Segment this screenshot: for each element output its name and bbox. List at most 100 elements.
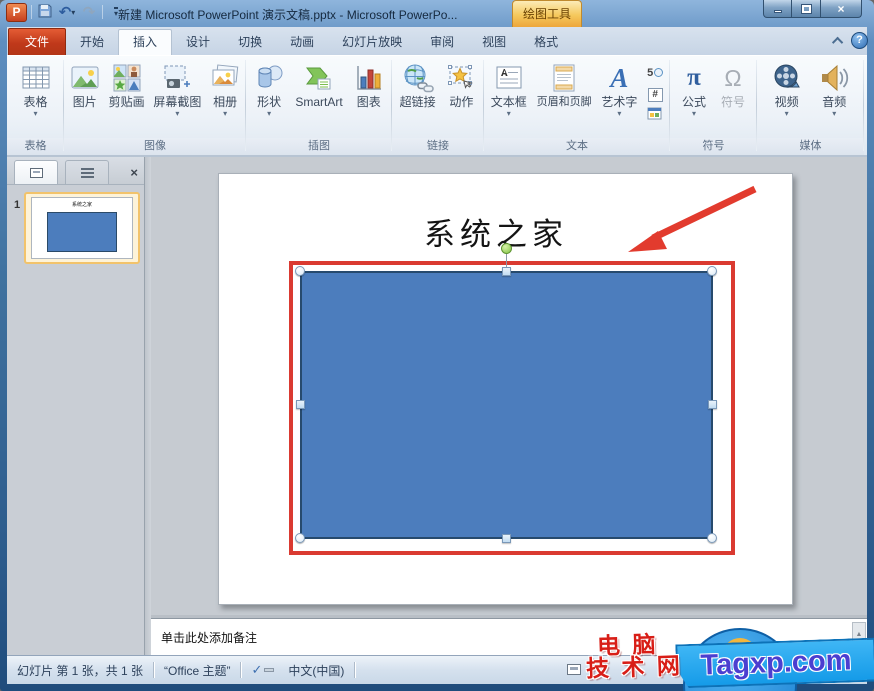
group-label-text: 文本 xyxy=(484,138,670,155)
powerpoint-window: P ↶ ▾ ↷ ▾ 新建 Microsoft PowerPoint 演示文稿.p… xyxy=(0,0,874,691)
picture-button[interactable]: 图片 xyxy=(67,59,103,111)
help-button[interactable]: ? xyxy=(851,32,868,49)
shapes-button[interactable]: 形状 ▾ xyxy=(251,59,287,120)
smartart-button[interactable]: SmartArt xyxy=(292,59,345,111)
drawing-tools-contextual-header: 绘图工具 xyxy=(512,0,582,27)
scroll-up-icon: ▲ xyxy=(855,631,863,638)
photo-album-button[interactable]: 相册 ▾ xyxy=(207,59,243,120)
outline-tab[interactable] xyxy=(65,160,109,184)
spellcheck-icon[interactable]: ✓ xyxy=(251,662,262,678)
tab-home[interactable]: 开始 xyxy=(66,30,118,55)
tab-design[interactable]: 设计 xyxy=(172,30,224,55)
red-annotation-arrow xyxy=(628,185,757,252)
slide-number-icon: # xyxy=(647,87,663,102)
hyperlink-button[interactable]: 超链接 xyxy=(397,59,439,111)
status-language-button[interactable]: 中文(中国) xyxy=(278,662,354,679)
status-separator xyxy=(354,662,356,678)
close-panel-icon[interactable]: × xyxy=(130,166,138,179)
redo-icon: ↷ xyxy=(82,4,96,21)
save-icon xyxy=(37,2,53,23)
tab-transitions[interactable]: 切换 xyxy=(224,30,276,55)
maximize-icon xyxy=(800,3,812,14)
tab-review[interactable]: 审阅 xyxy=(416,30,468,55)
close-button[interactable]: × xyxy=(820,0,862,18)
smartart-icon xyxy=(304,61,334,95)
slide-number-button[interactable]: # xyxy=(644,85,666,104)
status-slide-info: 幻灯片 第 1 张，共 1 张 xyxy=(17,663,144,678)
maximize-button[interactable] xyxy=(792,0,820,18)
shapes-icon xyxy=(254,61,284,95)
undo-dropdown-icon: ▾ xyxy=(71,7,76,17)
status-bar: 幻灯片 第 1 张，共 1 张 “Office 主题” ✓ 中文(中国) xyxy=(7,655,867,684)
outline-tab-icon xyxy=(80,167,94,178)
tab-animations[interactable]: 动画 xyxy=(276,30,328,55)
video-icon xyxy=(772,61,802,95)
clipart-button[interactable]: 剪贴画 xyxy=(106,59,148,111)
ribbon-group-symbols: π 公式 ▾ Ω 符号 符号 xyxy=(670,56,757,155)
qat-separator xyxy=(31,5,32,19)
ribbon-group-tables: 表格 ▾ 表格 xyxy=(7,56,64,155)
group-label-images: 图像 xyxy=(64,138,246,155)
textbox-button[interactable]: 文本框 ▾ xyxy=(488,59,530,120)
chart-button[interactable]: 图表 xyxy=(351,59,387,111)
undo-button[interactable]: ↶ ▾ xyxy=(58,3,76,21)
audio-button[interactable]: 音频 ▾ xyxy=(816,59,852,120)
save-button[interactable] xyxy=(36,3,54,21)
tab-format[interactable]: 格式 xyxy=(520,30,572,55)
ribbon-group-text: 文本框 ▾ 页眉和页脚 A 艺术字 ▾ 5 # 文本 xyxy=(484,56,670,155)
screenshot-button[interactable]: 屏幕截图 ▾ xyxy=(150,59,204,120)
symbol-button[interactable]: Ω 符号 xyxy=(718,59,748,111)
ribbon-group-media: 视频 ▾ 音频 ▾ 媒体 xyxy=(757,56,864,155)
slides-tab-icon xyxy=(29,167,43,178)
powerpoint-logo-icon: P xyxy=(6,2,27,22)
slides-tab[interactable] xyxy=(14,160,58,184)
notes-pane[interactable]: 单击此处添加备注 ▲ xyxy=(151,615,867,656)
thumbnail-shape xyxy=(47,212,117,252)
quick-access-toolbar: P ↶ ▾ ↷ ▾ xyxy=(6,2,125,22)
undo-icon: ↶ xyxy=(58,4,72,21)
tab-insert[interactable]: 插入 xyxy=(118,29,173,55)
screenshot-icon xyxy=(162,61,192,95)
ribbon-tab-row: 文件 开始 插入 设计 切换 动画 幻灯片放映 审阅 视图 格式 xyxy=(7,27,867,55)
textbox-icon xyxy=(494,61,524,95)
redo-button[interactable]: ↷ xyxy=(80,3,98,21)
normal-view-button[interactable] xyxy=(567,664,581,675)
app-menu-button[interactable]: P xyxy=(6,2,27,22)
minimize-button[interactable] xyxy=(763,0,792,18)
tab-slideshow[interactable]: 幻灯片放映 xyxy=(328,30,416,55)
slide-thumbnail-page: 系统之家 xyxy=(31,197,133,259)
tab-view[interactable]: 视图 xyxy=(468,30,520,55)
header-footer-button[interactable]: 页眉和页脚 xyxy=(534,59,595,111)
notes-scrollbar[interactable]: ▲ xyxy=(852,622,866,656)
equation-button[interactable]: π 公式 ▾ xyxy=(679,59,709,120)
video-button[interactable]: 视频 ▾ xyxy=(769,59,805,120)
ribbon-group-links: 超链接 动作 链接 xyxy=(392,56,484,155)
picture-icon xyxy=(70,61,100,95)
symbol-icon: Ω xyxy=(724,65,742,91)
ribbon: 表格 ▾ 表格 图片 剪贴画 屏幕截图 ▾ 相册 ▾ 图像 形状 ▾ Smart… xyxy=(7,55,867,157)
slide-editor: 系统之家 xyxy=(151,157,867,615)
wordart-button[interactable]: A 艺术字 ▾ xyxy=(598,59,640,120)
notes-placeholder: 单击此处添加备注 xyxy=(161,631,258,645)
spellcheck-book-icon xyxy=(264,668,275,672)
wordart-icon: A xyxy=(610,63,629,93)
date-time-button[interactable]: 5 xyxy=(644,63,666,82)
status-theme-button[interactable]: “Office 主题” xyxy=(154,662,240,679)
object-icon xyxy=(647,107,663,126)
minimize-icon xyxy=(773,10,782,13)
group-label-tables: 表格 xyxy=(7,138,64,155)
table-icon xyxy=(21,61,51,95)
insert-object-button[interactable] xyxy=(644,107,666,126)
slide-thumbnail[interactable]: 系统之家 xyxy=(24,192,140,264)
chart-icon xyxy=(354,61,384,95)
group-label-media: 媒体 xyxy=(757,138,864,155)
table-button[interactable]: 表格 ▾ xyxy=(18,59,54,120)
group-label-links: 链接 xyxy=(392,138,484,155)
tab-file[interactable]: 文件 xyxy=(8,28,67,55)
title-bar: P ↶ ▾ ↷ ▾ 新建 Microsoft PowerPoint 演示文稿.p… xyxy=(0,0,874,27)
window-title: 新建 Microsoft PowerPoint 演示文稿.pptx - Micr… xyxy=(118,8,458,22)
status-separator xyxy=(240,662,242,678)
ribbon-group-illustrations: 形状 ▾ SmartArt 图表 插图 xyxy=(246,56,392,155)
window-controls: × xyxy=(763,0,862,18)
action-button[interactable]: 动作 xyxy=(443,59,479,111)
